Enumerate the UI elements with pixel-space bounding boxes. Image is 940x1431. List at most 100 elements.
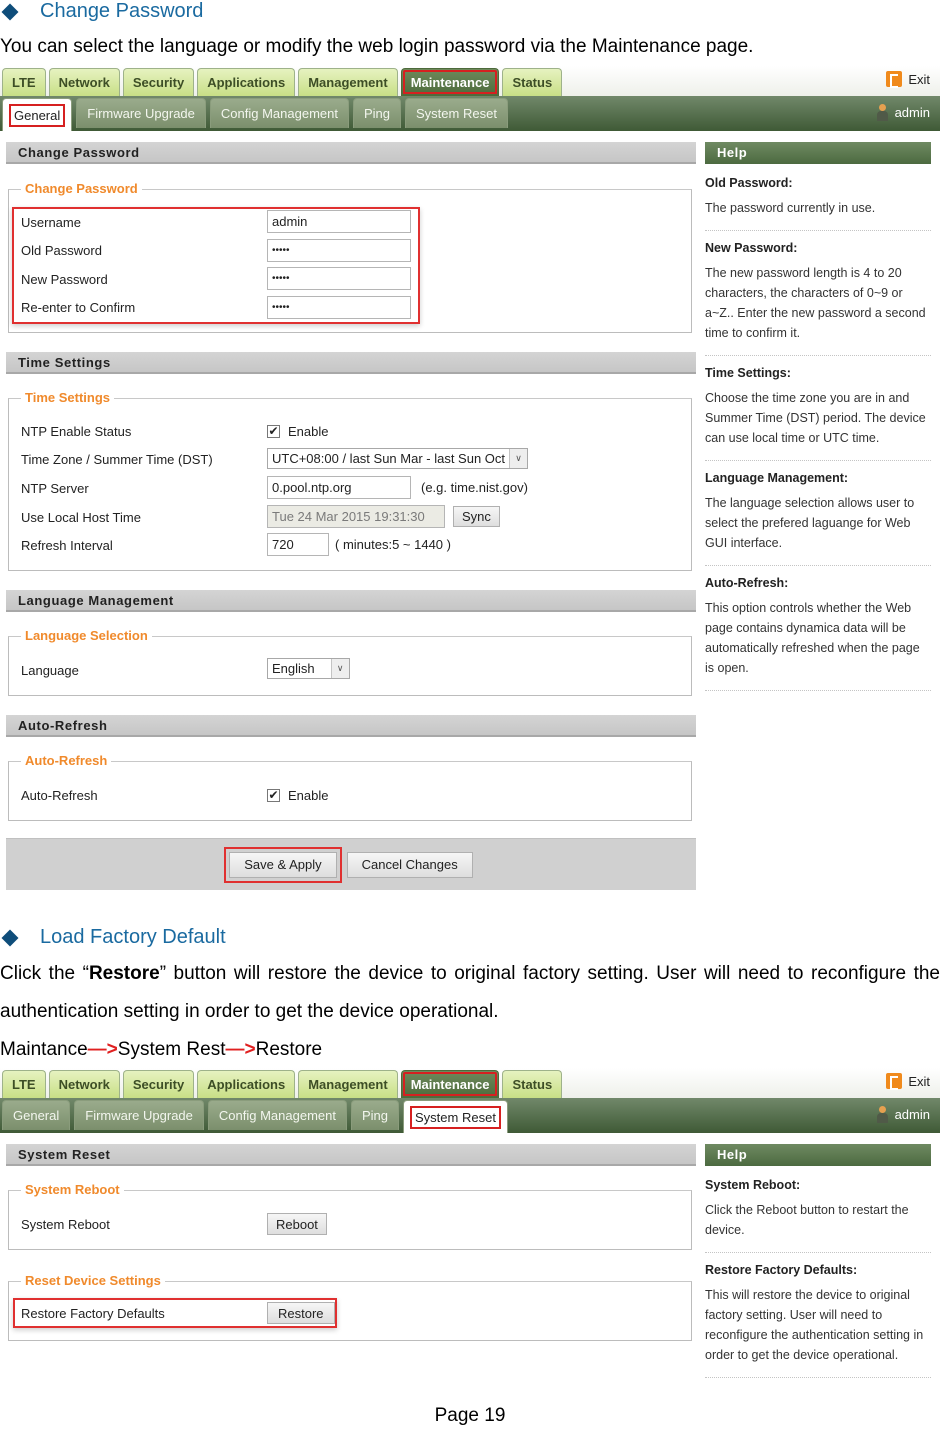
help-item-title: Time Settings: bbox=[705, 366, 791, 380]
exit-icon bbox=[886, 1073, 903, 1090]
subtab-config-management[interactable]: Config Management bbox=[209, 98, 349, 128]
help-item-title: System Reboot: bbox=[705, 1178, 801, 1192]
help-header: Help bbox=[705, 1144, 931, 1166]
user-icon bbox=[876, 104, 888, 121]
help-item-body: The language selection allows user to se… bbox=[705, 496, 915, 550]
reboot-button[interactable]: Reboot bbox=[267, 1213, 327, 1235]
tab-management[interactable]: Management bbox=[298, 1070, 398, 1098]
subtab-general-label: General bbox=[8, 103, 66, 127]
user-label: admin bbox=[894, 1107, 930, 1122]
tab-network[interactable]: Network bbox=[48, 1070, 120, 1098]
label-local-host-time: Use Local Host Time bbox=[21, 509, 141, 525]
refresh-interval-input[interactable]: 720 bbox=[267, 533, 329, 556]
subtab-config-management[interactable]: Config Management bbox=[207, 1100, 347, 1130]
help-item-title: Auto-Refresh: bbox=[705, 576, 789, 590]
sub-nav-bar: General Firmware Upgrade Config Manageme… bbox=[0, 96, 940, 131]
fieldset-language: Language Selection Language English ∨ bbox=[8, 628, 692, 696]
help-item: Time Settings: Choose the time zone you … bbox=[705, 356, 931, 461]
help-item-body: The password currently in use. bbox=[705, 201, 876, 215]
subtab-system-reset[interactable]: System Reset bbox=[405, 98, 508, 128]
subtab-system-reset-label: System Reset bbox=[410, 1105, 501, 1129]
tab-lte[interactable]: LTE bbox=[2, 68, 46, 96]
section-header-time-settings: Time Settings bbox=[6, 352, 696, 374]
fieldset-reset-device: Reset Device Settings Restore Factory De… bbox=[8, 1273, 692, 1341]
help-panel-general: Help Old Password: The password currentl… bbox=[705, 142, 931, 691]
section-heading-change-password: Change Password bbox=[0, 0, 203, 23]
tab-lte[interactable]: LTE bbox=[2, 1070, 46, 1098]
subtab-system-reset[interactable]: System Reset bbox=[403, 1100, 508, 1133]
label-language: Language bbox=[21, 662, 79, 678]
path-arrow: —> bbox=[225, 1039, 256, 1060]
cancel-changes-button[interactable]: Cancel Changes bbox=[346, 851, 473, 878]
tab-applications[interactable]: Applications bbox=[197, 68, 296, 96]
tab-maintenance[interactable]: Maintenance bbox=[400, 1070, 500, 1098]
label-ntp-enable: NTP Enable Status bbox=[21, 423, 132, 439]
timezone-select[interactable]: UTC+08:00 / last Sun Mar - last Sun Oct … bbox=[267, 448, 529, 469]
username-input[interactable]: admin bbox=[267, 210, 411, 233]
router-ui-general: LTE Network Security Applications Manage… bbox=[0, 66, 940, 131]
save-apply-button[interactable]: Save & Apply bbox=[224, 846, 342, 883]
diamond-bullet-icon bbox=[1, 929, 19, 946]
subtab-general[interactable]: General bbox=[2, 1100, 71, 1130]
auto-refresh-checkbox[interactable]: ✔ bbox=[267, 788, 280, 802]
exit-link[interactable]: Exit bbox=[886, 1073, 930, 1090]
help-item: Auto-Refresh: This option controls wheth… bbox=[705, 566, 931, 691]
exit-link[interactable]: Exit bbox=[886, 71, 930, 88]
help-item-body: Choose the time zone you are in and Summ… bbox=[705, 391, 926, 445]
tab-applications[interactable]: Applications bbox=[197, 1070, 296, 1098]
top-nav-bar: LTE Network Security Applications Manage… bbox=[0, 1068, 940, 1098]
language-value: English bbox=[272, 661, 315, 676]
tab-security[interactable]: Security bbox=[122, 68, 195, 96]
subtab-general[interactable]: General bbox=[2, 98, 73, 131]
tab-status[interactable]: Status bbox=[502, 68, 563, 96]
label-username: Username bbox=[21, 214, 81, 230]
tab-management[interactable]: Management bbox=[298, 68, 398, 96]
subtab-firmware-upgrade[interactable]: Firmware Upgrade bbox=[76, 98, 206, 128]
confirm-password-input[interactable]: ••••• bbox=[267, 296, 411, 319]
fieldset-system-reboot: System Reboot System Reboot Reboot bbox=[8, 1182, 692, 1250]
legend-system-reboot: System Reboot bbox=[21, 1182, 124, 1197]
label-refresh-interval: Refresh Interval bbox=[21, 537, 113, 553]
ntp-server-hint: (e.g. time.nist.gov) bbox=[421, 480, 528, 495]
navigation-path: Maintance—>System Rest—>Restore bbox=[0, 1031, 322, 1069]
label-system-reboot: System Reboot bbox=[21, 1216, 110, 1232]
help-item-title: Restore Factory Defaults: bbox=[705, 1263, 858, 1277]
path-step: System Rest bbox=[117, 1039, 226, 1060]
sub-nav-bar: General Firmware Upgrade Config Manageme… bbox=[0, 1098, 940, 1133]
router-ui-system-reset: LTE Network Security Applications Manage… bbox=[0, 1068, 940, 1133]
fieldset-auto-refresh: Auto-Refresh Auto-Refresh ✔ Enable bbox=[8, 753, 692, 821]
action-bar: Save & Apply Cancel Changes bbox=[6, 838, 696, 890]
subtab-ping[interactable]: Ping bbox=[352, 98, 402, 128]
sync-button[interactable]: Sync bbox=[453, 506, 500, 527]
tab-status[interactable]: Status bbox=[502, 1070, 563, 1098]
label-old-password: Old Password bbox=[21, 242, 102, 258]
tab-security[interactable]: Security bbox=[122, 1070, 195, 1098]
exit-label: Exit bbox=[908, 1073, 930, 1089]
fieldset-time-settings: Time Settings NTP Enable Status ✔ Enable… bbox=[8, 390, 692, 571]
ntp-enable-checkbox[interactable]: ✔ bbox=[267, 424, 280, 438]
auto-refresh-text: Enable bbox=[288, 787, 329, 803]
new-password-input[interactable]: ••••• bbox=[267, 267, 411, 290]
help-item-body: Click the Reboot button to restart the d… bbox=[705, 1203, 909, 1237]
label-ntp-server: NTP Server bbox=[21, 480, 89, 496]
restore-button[interactable]: Restore bbox=[267, 1302, 335, 1324]
legend-time-settings: Time Settings bbox=[21, 390, 115, 405]
timezone-value: UTC+08:00 / last Sun Mar - last Sun Oct bbox=[272, 451, 506, 466]
tab-network[interactable]: Network bbox=[48, 68, 120, 96]
main-panel-system-reset: System Reset System Reboot System Reboot… bbox=[6, 1144, 696, 1384]
help-item-title: New Password: bbox=[705, 241, 798, 255]
language-select[interactable]: English ∨ bbox=[267, 658, 350, 679]
label-auto-refresh: Auto-Refresh bbox=[21, 787, 98, 803]
section-header-change-password: Change Password bbox=[6, 142, 696, 164]
page-number: Page 19 bbox=[434, 1405, 506, 1426]
chevron-down-icon: ∨ bbox=[509, 449, 528, 468]
diamond-bullet-icon bbox=[1, 3, 19, 20]
subtab-ping[interactable]: Ping bbox=[350, 1100, 400, 1130]
ntp-server-input[interactable]: 0.pool.ntp.org bbox=[267, 476, 411, 499]
old-password-input[interactable]: ••••• bbox=[267, 239, 411, 262]
help-item: Old Password: The password currently in … bbox=[705, 164, 931, 231]
subtab-firmware-upgrade[interactable]: Firmware Upgrade bbox=[74, 1100, 204, 1130]
help-item-title: Old Password: bbox=[705, 176, 793, 190]
chevron-down-icon: ∨ bbox=[330, 659, 349, 678]
tab-maintenance[interactable]: Maintenance bbox=[400, 68, 500, 96]
